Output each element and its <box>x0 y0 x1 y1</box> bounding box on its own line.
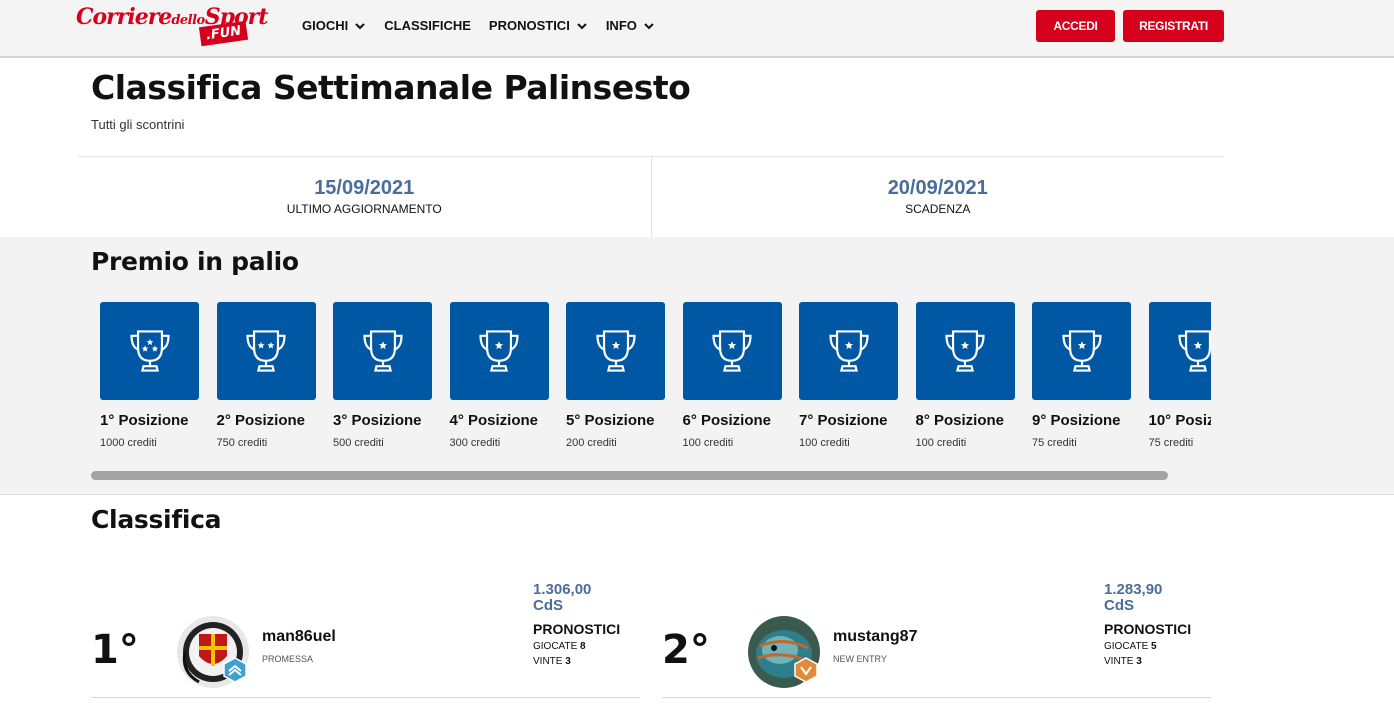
trophy-tile <box>799 302 898 400</box>
prize-card: 1° Posizione 1000 crediti <box>100 302 199 449</box>
expiry: 20/09/2021 SCADENZA <box>650 157 1225 237</box>
chevron-down-icon <box>644 22 654 29</box>
trophy-tile <box>1148 302 1211 400</box>
register-button[interactable]: REGISTRATI <box>1123 10 1224 42</box>
prize-position: 8° Posizione <box>915 412 1005 429</box>
played-stat: GIOCATE 5 <box>1104 641 1157 652</box>
rank-card[interactable]: 1° man86uel PROMESSA 1.306,00 CdS PRONOS… <box>91 575 640 698</box>
prize-position: 9° Posizione <box>1032 412 1121 429</box>
site-logo[interactable]: CorrieredelloSport .FUN <box>76 4 268 48</box>
prize-credits: 100 crediti <box>799 437 850 449</box>
prize-section-title: Premio in palio <box>91 247 299 276</box>
prize-credits: 100 crediti <box>915 437 967 449</box>
trophy-tile <box>682 302 782 400</box>
prize-position: 6° Posizione <box>682 412 772 429</box>
rank-position: 1° <box>91 627 139 673</box>
prize-card: 10° Posizione 75 crediti <box>1148 302 1212 449</box>
prize-card: 3° Posizione 500 crediti <box>333 302 432 449</box>
expiry-label: SCADENZA <box>905 202 971 216</box>
rank-card[interactable]: 2° mustang87 NEW ENTRY 1.283,90 CdS PRON… <box>662 575 1211 698</box>
trophy-icon <box>828 330 869 372</box>
carousel-scrollbar[interactable] <box>91 471 1168 480</box>
trophy-tile <box>1032 302 1131 400</box>
top-navbar: CorrieredelloSport .FUN GIOCHI CLASSIFIC… <box>0 0 1394 58</box>
prize-card: 7° Posizione 100 crediti <box>799 302 898 449</box>
prize-track: 1° Posizione 1000 crediti 2° Posizione 750… <box>100 302 1211 467</box>
trophy-icon <box>712 330 752 372</box>
pronostici-label: PRONOSTICI <box>533 621 621 637</box>
rank-position: 2° <box>662 627 710 673</box>
trophy-tile <box>216 302 316 400</box>
prize-section: Premio in palio 1° Posizione 1000 crediti… <box>0 237 1394 495</box>
prize-card: 5° Posizione 200 crediti <box>566 302 665 449</box>
nav-classifiche[interactable]: CLASSIFICHE <box>384 18 471 33</box>
prize-credits: 750 crediti <box>216 437 268 449</box>
prize-position: 2° Posizione <box>216 412 306 429</box>
score: 1.306,00 CdS <box>533 581 592 614</box>
nav-giochi[interactable]: GIOCHI <box>302 18 366 33</box>
trophy-icon <box>1061 330 1102 372</box>
username[interactable]: man86uel <box>262 628 336 646</box>
prize-credits: 200 crediti <box>566 437 617 449</box>
trophy-tile <box>566 302 665 400</box>
trophy-icon <box>362 330 403 372</box>
trophy-icon <box>945 330 985 372</box>
last-update-label: ULTIMO AGGIORNAMENTO <box>286 202 442 216</box>
nav-pronostici[interactable]: PRONOSTICI <box>489 18 588 33</box>
chevron-down-icon <box>355 22 365 29</box>
last-update: 15/09/2021 ULTIMO AGGIORNAMENTO <box>78 157 651 237</box>
user-level: NEW ENTRY <box>833 654 887 664</box>
trophy-icon <box>595 330 636 372</box>
prize-card: 4° Posizione 300 crediti <box>449 302 549 449</box>
trophy-icon <box>1178 330 1211 372</box>
prize-credits: 300 crediti <box>449 437 501 449</box>
prize-credits: 75 crediti <box>1032 437 1077 449</box>
prize-credits: 75 crediti <box>1148 437 1194 449</box>
login-button[interactable]: ACCEDI <box>1036 10 1115 42</box>
trophy-tile <box>333 302 432 400</box>
chevron-down-icon <box>577 22 587 29</box>
prize-carousel[interactable]: 1° Posizione 1000 crediti 2° Posizione 750… <box>100 302 1211 467</box>
played-stat: GIOCATE 8 <box>533 641 586 652</box>
trophy-tile <box>915 302 1015 400</box>
pronostici-label: PRONOSTICI <box>1104 621 1192 637</box>
prize-card: 6° Posizione 100 crediti <box>682 302 782 449</box>
dates-panel: 15/09/2021 ULTIMO AGGIORNAMENTO 20/09/20… <box>78 156 1224 237</box>
prize-card: 2° Posizione 750 crediti <box>216 302 316 449</box>
trophy-tile <box>100 302 199 400</box>
prize-position: 5° Posizione <box>566 412 655 429</box>
level-badge-icon <box>794 657 818 683</box>
nav-info[interactable]: INFO <box>606 18 655 33</box>
main-nav: GIOCHI CLASSIFICHE PRONOSTICI INFO <box>302 18 655 33</box>
trophy-icon <box>246 330 286 372</box>
score: 1.283,90 CdS <box>1104 581 1163 614</box>
user-level: PROMESSA <box>262 654 314 664</box>
ranking-title: Classifica <box>91 505 222 534</box>
prize-credits: 1000 crediti <box>100 437 157 449</box>
prize-credits: 100 crediti <box>682 437 734 449</box>
page-subtitle: Tutti gli scontrini <box>91 117 185 132</box>
prize-position: 7° Posizione <box>799 412 888 429</box>
level-badge-icon <box>223 657 247 683</box>
expiry-date: 20/09/2021 <box>887 177 988 199</box>
page-title: Classifica Settimanale Palinsesto <box>91 68 691 107</box>
last-update-date: 15/09/2021 <box>314 177 415 199</box>
prize-position: 1° Posizione <box>100 412 189 429</box>
trophy-icon <box>129 330 170 372</box>
trophy-icon <box>479 330 519 372</box>
prize-card: 9° Posizione 75 crediti <box>1032 302 1131 449</box>
username[interactable]: mustang87 <box>833 628 917 646</box>
prize-position: 4° Posizione <box>449 412 539 429</box>
prize-position: 10° Posizione <box>1148 412 1212 429</box>
trophy-tile <box>449 302 549 400</box>
prize-credits: 500 crediti <box>333 437 384 449</box>
prize-position: 3° Posizione <box>333 412 422 429</box>
won-stat: VINTE 3 <box>1104 656 1142 667</box>
prize-card: 8° Posizione 100 crediti <box>915 302 1015 449</box>
won-stat: VINTE 3 <box>533 656 571 667</box>
